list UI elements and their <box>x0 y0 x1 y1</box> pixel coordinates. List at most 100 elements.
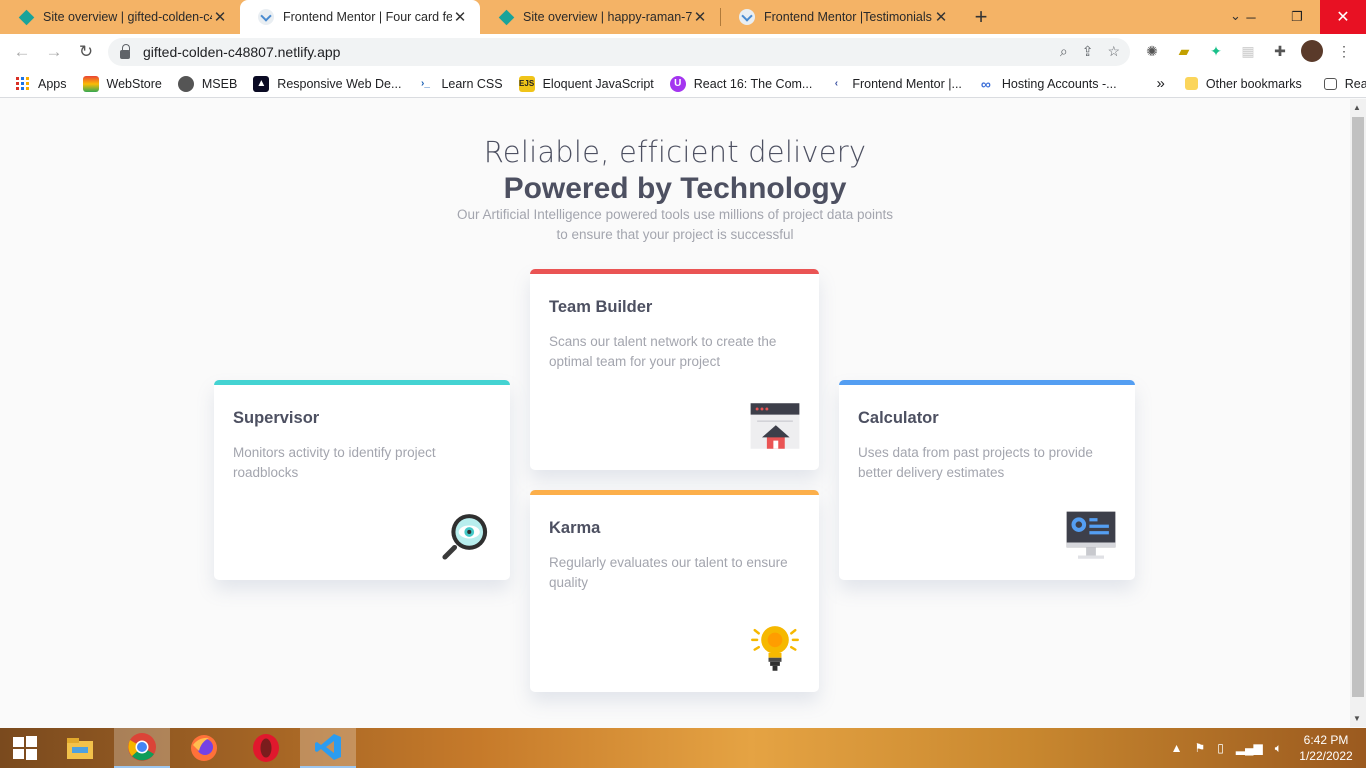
close-tab-icon[interactable]: ✕ <box>933 8 949 26</box>
firefox-icon[interactable] <box>176 728 232 768</box>
netlify-diamond-icon <box>18 9 34 25</box>
flag-icon[interactable]: ⚑ <box>1194 741 1205 755</box>
card-supervisor: Supervisor Monitors activity to identify… <box>214 380 510 580</box>
close-window-button[interactable]: ✕ <box>1320 0 1366 34</box>
bookmark-hosting-accounts[interactable]: ∞ Hosting Accounts -... <box>978 76 1117 92</box>
heading-light: Reliable, efficient delivery <box>483 135 867 169</box>
webstore-icon <box>82 75 99 92</box>
card-team-builder: Team Builder Scans our talent network to… <box>530 269 819 470</box>
globe-icon <box>177 75 194 92</box>
lightbulb-icon <box>751 626 799 671</box>
card-title: Karma <box>549 519 601 537</box>
tab-strip: Site overview | gifted-colden-c48 ✕ Fron… <box>0 0 1366 34</box>
opera-icon[interactable] <box>238 728 294 768</box>
clock[interactable]: 6:42 PM 1/22/2022 <box>1296 732 1356 764</box>
bookmark-apps[interactable]: Apps <box>14 76 67 92</box>
forward-arrow-icon[interactable]: → <box>38 36 70 68</box>
page-subtitle: Our Artificial Intelligence powered tool… <box>457 207 893 242</box>
netlify-diamond-icon <box>498 9 514 25</box>
reading-list-label: Reading list <box>1344 76 1366 91</box>
card-calculator: Calculator Uses data from past projects … <box>839 380 1135 580</box>
reading-list-icon <box>1323 77 1337 90</box>
volume-icon[interactable]: 🔈︎ <box>1275 741 1282 756</box>
tab-frontend-mentor-testimonials[interactable]: Frontend Mentor |Testimonials G ✕ <box>721 0 961 34</box>
vscode-icon[interactable] <box>300 728 356 768</box>
monitor-dashboard-icon <box>1066 511 1116 559</box>
bookmark-react[interactable]: U React 16: The Com... <box>669 75 813 92</box>
bookmark-learn-css[interactable]: ›_ Learn CSS <box>417 76 503 92</box>
bookmark-label: Responsive Web De... <box>277 76 402 91</box>
new-tab-button[interactable]: + <box>965 0 997 34</box>
profile-avatar[interactable] <box>1301 40 1323 62</box>
card-title: Calculator <box>858 409 939 427</box>
tray-overflow-icon[interactable]: ▲ <box>1171 741 1183 755</box>
bookmark-star-icon[interactable]: ☆ <box>1107 43 1120 60</box>
tab-frontend-mentor-four-card[interactable]: Frontend Mentor | Four card feat ✕ <box>240 0 480 34</box>
restore-button[interactable]: ❐ <box>1274 0 1320 34</box>
fcc-icon: ▲ <box>253 75 270 92</box>
share-icon[interactable]: ⇪ <box>1082 43 1094 60</box>
card-karma: Karma Regularly evaluates our talent to … <box>530 490 819 692</box>
battery-icon[interactable]: ▯ <box>1217 741 1224 755</box>
infinity-icon: ∞ <box>980 75 991 92</box>
grey-extension-icon[interactable]: ▦ <box>1237 40 1259 62</box>
zoom-icon[interactable]: ⌕ <box>1060 43 1068 60</box>
folder-extension-icon[interactable]: ▰ <box>1173 40 1195 62</box>
bookmark-label: WebStore <box>106 76 162 91</box>
tab-site-overview-gifted[interactable]: Site overview | gifted-colden-c48 ✕ <box>0 0 240 34</box>
bookmark-label: Apps <box>38 76 67 91</box>
bookmark-mseb[interactable]: MSEB <box>177 75 238 92</box>
address-bar[interactable]: gifted-colden-c48807.netlify.app ⌕ ⇪ ☆ <box>108 38 1130 66</box>
extensions-puzzle-icon[interactable]: ✚ <box>1269 40 1291 62</box>
close-tab-icon[interactable]: ✕ <box>452 8 468 26</box>
bookmark-label: Learn CSS <box>441 76 503 91</box>
udemy-icon: U <box>669 75 686 92</box>
scrollbar-thumb[interactable] <box>1352 117 1364 697</box>
bookmark-label: React 16: The Com... <box>693 76 813 91</box>
bookmark-webstore[interactable]: WebStore <box>82 75 162 92</box>
windows-taskbar: ▲ ⚑ ▯ ▂▄▆ 🔈︎ 6:42 PM 1/22/2022 <box>0 728 1366 768</box>
apps-grid-icon <box>14 76 30 92</box>
leaf-extension-icon[interactable]: ✦ <box>1205 40 1227 62</box>
close-tab-icon[interactable]: ✕ <box>692 8 708 26</box>
tab-title: Site overview | happy-raman-7f1 <box>523 10 692 24</box>
file-explorer-icon[interactable] <box>52 728 108 768</box>
bookmark-responsive-web[interactable]: ▲ Responsive Web De... <box>253 75 402 92</box>
bookmarks-overflow-button[interactable]: » <box>1157 75 1165 92</box>
tab-title: Frontend Mentor |Testimonials G <box>764 10 933 24</box>
chrome-icon[interactable] <box>114 728 170 768</box>
network-icon[interactable]: ▂▄▆ <box>1236 741 1263 755</box>
scroll-down-arrow-icon[interactable]: ▼ <box>1353 714 1361 723</box>
card-description: Uses data from past projects to provide … <box>858 445 1093 480</box>
bookmark-eloquent-js[interactable]: EJS Eloquent JavaScript <box>518 75 654 92</box>
heading-bold: Powered by Technology <box>503 172 847 205</box>
card-description: Regularly evaluates our talent to ensure… <box>549 555 788 590</box>
reading-list-button[interactable]: Reading list <box>1323 76 1366 91</box>
folder-icon <box>1184 77 1198 90</box>
bookmark-label: Other bookmarks <box>1205 76 1302 91</box>
magnifier-eye-icon <box>442 514 488 560</box>
url-text[interactable]: gifted-colden-c48807.netlify.app <box>143 44 340 60</box>
page-scrollbar[interactable]: ▲ ▼ <box>1350 99 1366 727</box>
lock-icon[interactable] <box>120 43 130 59</box>
back-arrow-icon[interactable]: ← <box>6 36 38 68</box>
frontend-mentor-icon <box>739 9 755 25</box>
window-controls: ─ ❐ ✕ <box>1228 0 1366 34</box>
bookmarks-bar: Apps WebStore MSEB ▲ Responsive Web De..… <box>0 70 1366 98</box>
bookmark-label: MSEB <box>201 76 238 91</box>
windows-start-icon[interactable] <box>0 728 50 768</box>
browser-home-icon <box>750 403 800 449</box>
tab-title: Site overview | gifted-colden-c48 <box>43 10 212 24</box>
bookmark-other[interactable]: Other bookmarks <box>1184 76 1302 91</box>
bookmark-label: Eloquent JavaScript <box>542 76 654 91</box>
card-description: Monitors activity to identify project ro… <box>233 445 436 480</box>
tab-site-overview-happy[interactable]: Site overview | happy-raman-7f1 ✕ <box>480 0 720 34</box>
minimize-button[interactable]: ─ <box>1228 0 1274 34</box>
reload-icon[interactable]: ↻ <box>70 36 102 68</box>
bookmark-frontend-mentor[interactable]: ‹ Frontend Mentor |... <box>828 76 962 92</box>
close-tab-icon[interactable]: ✕ <box>212 8 228 26</box>
bug-extension-icon[interactable]: ✺ <box>1141 40 1163 62</box>
learn-css-icon: ›_ <box>420 78 430 89</box>
scroll-up-arrow-icon[interactable]: ▲ <box>1353 103 1361 112</box>
kebab-menu-icon[interactable]: ⋮ <box>1333 40 1355 62</box>
